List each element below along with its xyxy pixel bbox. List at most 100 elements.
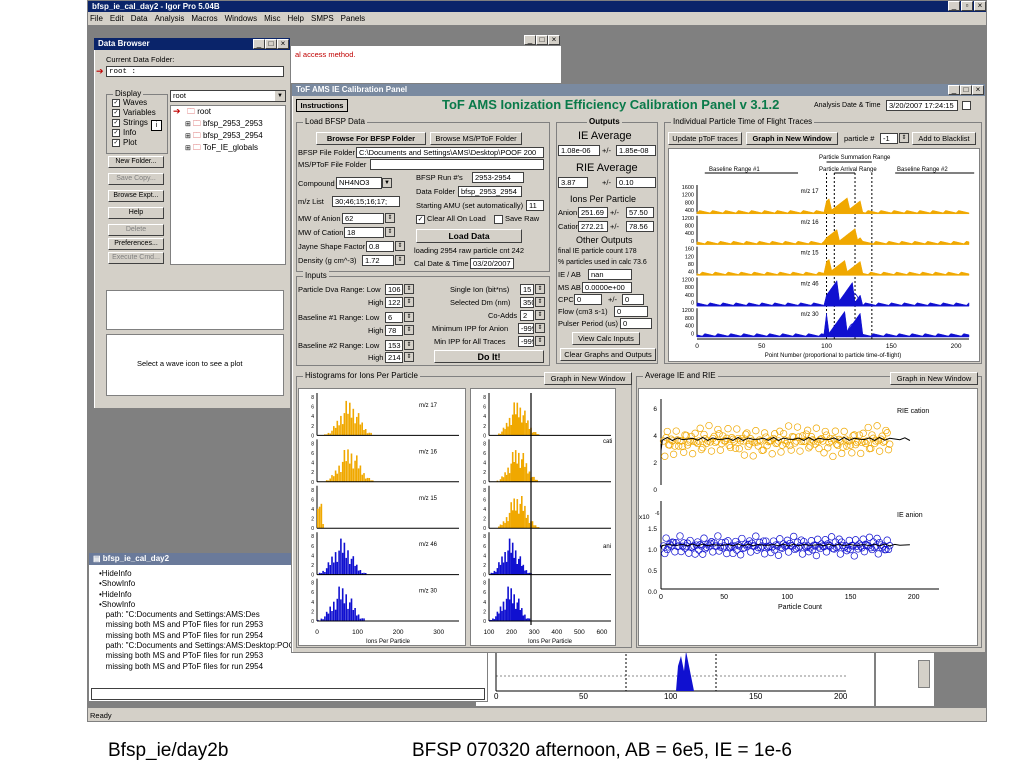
min-ipp-all-spin-icon[interactable]: ⇕: [535, 336, 545, 346]
browse-ms-button[interactable]: Browse MS/PToF Folder: [430, 132, 522, 145]
jayne-spin-icon[interactable]: ⇕: [395, 241, 405, 251]
avg-graph-new-button[interactable]: Graph in New Window: [890, 372, 978, 385]
view-calc-inputs-button[interactable]: View Calc Inputs: [572, 332, 640, 345]
menu-item-misc[interactable]: Misc: [264, 13, 280, 25]
b1-low-spin-icon[interactable]: ⇕: [404, 312, 414, 322]
min-ipp-anion-field[interactable]: -999: [518, 323, 534, 334]
min-ipp-all-field[interactable]: -999: [518, 336, 534, 347]
coadds-spin-icon[interactable]: ⇕: [535, 310, 545, 320]
browser-btn-5[interactable]: Preferences...: [108, 238, 164, 250]
checkbox-icon[interactable]: ✓: [112, 138, 120, 147]
menu-item-windows[interactable]: Windows: [225, 13, 257, 25]
b1-high-spin-icon[interactable]: ⇕: [404, 325, 414, 335]
compound-arrow-icon[interactable]: ▼: [382, 178, 392, 188]
close-button[interactable]: ×: [974, 1, 986, 11]
display-check-info[interactable]: ✓ Info: [112, 128, 156, 138]
checkbox-icon[interactable]: ✓: [112, 108, 120, 117]
ms-folder-field[interactable]: [370, 159, 544, 170]
browser-btn-3[interactable]: Help: [108, 207, 164, 219]
density-spin-icon[interactable]: ⇕: [395, 255, 405, 265]
menu-item-help[interactable]: Help: [288, 13, 304, 25]
expand-icon[interactable]: ⊞: [185, 133, 193, 140]
data-folder-field[interactable]: bfsp_2953_2954: [458, 186, 522, 197]
menu-item-data[interactable]: Data: [131, 13, 148, 25]
load-data-button[interactable]: Load Data: [416, 229, 522, 243]
mz-field[interactable]: 30;46;15;16;17;: [332, 196, 400, 207]
command-line[interactable]: [91, 688, 485, 700]
expand-icon[interactable]: ⊞: [185, 145, 193, 152]
display-check-waves[interactable]: ✓ Waves: [112, 98, 156, 108]
checkbox-icon[interactable]: ✓: [112, 128, 120, 137]
chevron-down-icon[interactable]: ▼: [275, 91, 285, 101]
info-icon[interactable]: i: [151, 120, 162, 131]
menu-item-smps[interactable]: SMPS: [311, 13, 334, 25]
flow-field[interactable]: 0: [614, 306, 648, 317]
msg-min-button[interactable]: _: [524, 35, 536, 45]
menu-item-panels[interactable]: Panels: [341, 13, 365, 25]
checkbox-icon[interactable]: ✓: [112, 118, 120, 127]
browser-btn-6[interactable]: Execute Cmd...: [108, 252, 164, 264]
cpc-field[interactable]: 0: [574, 294, 602, 305]
folder-select[interactable]: root ▼: [170, 90, 286, 102]
single-ion-field[interactable]: 15: [520, 284, 534, 295]
b2-low-spin-icon[interactable]: ⇕: [404, 340, 414, 350]
cation-spin-icon[interactable]: ⇕: [385, 227, 395, 237]
browser-btn-1[interactable]: Save Copy...: [108, 173, 164, 185]
minimize-button[interactable]: _: [948, 1, 960, 11]
instructions-button[interactable]: Instructions: [296, 99, 348, 112]
analysis-date-field[interactable]: 3/20/2007 17:24:15: [886, 100, 958, 111]
run-field[interactable]: 2953-2954: [472, 172, 524, 183]
particle-spin-icon[interactable]: ⇕: [899, 133, 909, 143]
menu-item-macros[interactable]: Macros: [191, 13, 217, 25]
cation-mw-field[interactable]: 18: [344, 227, 384, 238]
display-check-strings[interactable]: ✓ Strings: [112, 118, 156, 128]
menu-item-file[interactable]: File: [90, 13, 103, 25]
display-check-plot[interactable]: ✓ Plot: [112, 138, 156, 148]
hist-graph-new-button[interactable]: Graph in New Window: [544, 372, 632, 385]
b2-low-field[interactable]: 153: [385, 340, 403, 351]
browser-btn-2[interactable]: Browse Expt...: [108, 190, 164, 202]
display-check-variables[interactable]: ✓ Variables: [112, 108, 156, 118]
date-checkbox[interactable]: [962, 101, 971, 110]
do-it-button[interactable]: Do It!: [434, 350, 544, 363]
density-field[interactable]: 1.72: [362, 255, 394, 266]
compound-select[interactable]: NH4NO3: [336, 177, 382, 189]
jayne-field[interactable]: 0.8: [366, 241, 394, 252]
particle-field[interactable]: -1: [880, 133, 898, 144]
tree-item-2[interactable]: ⊞ 🗀 bfsp_2953_2954: [171, 130, 285, 142]
anion-spin-icon[interactable]: ⇕: [385, 213, 395, 223]
browser-btn-4[interactable]: Delete: [108, 224, 164, 236]
bfsp-folder-field[interactable]: C:\Documents and Settings\AMS\Desktop\PO…: [356, 147, 544, 158]
msg-max-button[interactable]: □: [536, 35, 548, 45]
save-raw-checkbox[interactable]: [494, 215, 503, 224]
dm-spin-icon[interactable]: ⇕: [535, 297, 545, 307]
anion-mw-field[interactable]: 62: [342, 213, 384, 224]
msg-close-button[interactable]: ×: [548, 35, 560, 45]
restore-button[interactable]: ▫: [961, 1, 973, 11]
coadds-field[interactable]: 2: [520, 310, 534, 321]
b2-high-spin-icon[interactable]: ⇕: [404, 352, 414, 362]
expand-icon[interactable]: ⊞: [185, 121, 193, 128]
menu-item-edit[interactable]: Edit: [110, 13, 124, 25]
dva-high-field[interactable]: 122: [385, 297, 403, 308]
cal-date-field[interactable]: 03/20/2007: [470, 258, 514, 269]
tree-item-1[interactable]: ⊞ 🗀 bfsp_2953_2953: [171, 118, 285, 130]
dm-field[interactable]: 350: [520, 297, 534, 308]
dva-high-spin-icon[interactable]: ⇕: [404, 297, 414, 307]
update-ptof-button[interactable]: Update pToF traces: [668, 132, 742, 145]
browser-btn-0[interactable]: New Folder...: [108, 156, 164, 168]
checkbox-icon[interactable]: ✓: [112, 98, 120, 107]
browser-max-button[interactable]: □: [265, 39, 277, 49]
min-ipp-anion-spin-icon[interactable]: ⇕: [535, 323, 545, 333]
b2-high-field[interactable]: 214: [385, 352, 403, 363]
cpc-err-field[interactable]: 0: [622, 294, 644, 305]
browser-close-button[interactable]: ×: [277, 39, 289, 49]
panel-close-button[interactable]: ×: [972, 85, 984, 95]
b1-high-field[interactable]: 78: [385, 325, 403, 336]
dva-low-field[interactable]: 106: [385, 284, 403, 295]
b1-low-field[interactable]: 6: [385, 312, 403, 323]
menu-item-analysis[interactable]: Analysis: [155, 13, 185, 25]
vertical-scrollbar[interactable]: [918, 660, 930, 688]
tree-item-3[interactable]: ⊞ 🗀 ToF_IE_globals: [171, 142, 285, 154]
clear-all-checkbox[interactable]: ✓: [416, 215, 425, 224]
